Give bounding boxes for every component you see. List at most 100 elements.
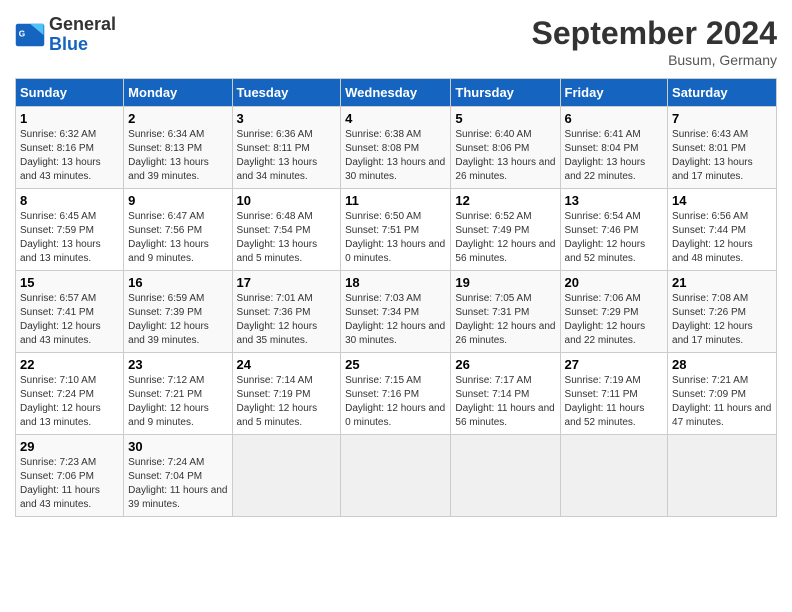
day-number: 26 [455, 357, 555, 372]
calendar-week-row: 1Sunrise: 6:32 AMSunset: 8:16 PMDaylight… [16, 107, 777, 189]
calendar-cell: 11 Sunrise: 6:50 AMSunset: 7:51 PMDayligh… [341, 189, 451, 271]
day-info: Sunrise: 6:56 AMSunset: 7:44 PMDaylight:… [672, 210, 772, 266]
weekday-header: Monday [124, 79, 232, 107]
day-info: Sunrise: 7:24 AMSunset: 7:04 PMDaylight:… [128, 456, 227, 512]
calendar-cell: 21 Sunrise: 7:08 AMSunset: 7:26 PMDayligh… [668, 271, 777, 353]
day-number: 3 [237, 111, 337, 126]
calendar-cell: 2 Sunrise: 6:34 AMSunset: 8:13 PMDaylight… [124, 107, 232, 189]
calendar-week-row: 22 Sunrise: 7:10 AMSunset: 7:24 PMDayligh… [16, 353, 777, 435]
calendar-cell: 24Sunrise: 7:14 AMSunset: 7:19 PMDayligh… [232, 353, 341, 435]
calendar-cell: 25Sunrise: 7:15 AMSunset: 7:16 PMDayligh… [341, 353, 451, 435]
calendar-cell [451, 435, 560, 517]
title-section: September 2024 Busum, Germany [532, 15, 777, 68]
day-number: 12 [455, 193, 555, 208]
day-info: Sunrise: 7:08 AMSunset: 7:26 PMDaylight:… [672, 292, 772, 348]
calendar-cell: 12 Sunrise: 6:52 AMSunset: 7:49 PMDayligh… [451, 189, 560, 271]
calendar-cell: 17 Sunrise: 7:01 AMSunset: 7:36 PMDayligh… [232, 271, 341, 353]
calendar-cell: 28 Sunrise: 7:21 AMSunset: 7:09 PMDayligh… [668, 353, 777, 435]
day-number: 23 [128, 357, 227, 372]
calendar-cell: 26 Sunrise: 7:17 AMSunset: 7:14 PMDayligh… [451, 353, 560, 435]
day-info: Sunrise: 7:17 AMSunset: 7:14 PMDaylight:… [455, 374, 555, 430]
day-number: 2 [128, 111, 227, 126]
calendar-cell: 27Sunrise: 7:19 AMSunset: 7:11 PMDayligh… [560, 353, 668, 435]
calendar-cell: 18 Sunrise: 7:03 AMSunset: 7:34 PMDayligh… [341, 271, 451, 353]
calendar-cell: 16 Sunrise: 6:59 AMSunset: 7:39 PMDayligh… [124, 271, 232, 353]
day-info: Sunrise: 7:05 AMSunset: 7:31 PMDaylight:… [455, 292, 555, 348]
day-number: 8 [20, 193, 119, 208]
day-info: Sunrise: 6:50 AMSunset: 7:51 PMDaylight:… [345, 210, 446, 266]
day-number: 24 [237, 357, 337, 372]
day-info: Sunrise: 6:57 AMSunset: 7:41 PMDaylight:… [20, 292, 119, 348]
calendar-cell: 8 Sunrise: 6:45 AMSunset: 7:59 PMDaylight… [16, 189, 124, 271]
logo-text: General Blue [49, 15, 116, 55]
day-number: 13 [565, 193, 664, 208]
calendar-cell: 1Sunrise: 6:32 AMSunset: 8:16 PMDaylight… [16, 107, 124, 189]
day-number: 14 [672, 193, 772, 208]
weekday-header: Tuesday [232, 79, 341, 107]
day-info: Sunrise: 6:34 AMSunset: 8:13 PMDaylight:… [128, 128, 227, 184]
calendar-cell: 3 Sunrise: 6:36 AMSunset: 8:11 PMDaylight… [232, 107, 341, 189]
logo-blue: Blue [49, 35, 116, 55]
calendar-cell: 10 Sunrise: 6:48 AMSunset: 7:54 PMDayligh… [232, 189, 341, 271]
day-info: Sunrise: 6:38 AMSunset: 8:08 PMDaylight:… [345, 128, 446, 184]
calendar-cell: 19 Sunrise: 7:05 AMSunset: 7:31 PMDayligh… [451, 271, 560, 353]
calendar-cell: 30 Sunrise: 7:24 AMSunset: 7:04 PMDayligh… [124, 435, 232, 517]
day-info: Sunrise: 6:54 AMSunset: 7:46 PMDaylight:… [565, 210, 664, 266]
month-title: September 2024 [532, 15, 777, 52]
day-info: Sunrise: 6:52 AMSunset: 7:49 PMDaylight:… [455, 210, 555, 266]
page-header: G General Blue September 2024 Busum, Ger… [15, 15, 777, 68]
day-info: Sunrise: 7:23 AMSunset: 7:06 PMDaylight:… [20, 456, 119, 512]
day-info: Sunrise: 7:01 AMSunset: 7:36 PMDaylight:… [237, 292, 337, 348]
day-number: 15 [20, 275, 119, 290]
day-number: 5 [455, 111, 555, 126]
day-info: Sunrise: 6:43 AMSunset: 8:01 PMDaylight:… [672, 128, 772, 184]
calendar-cell: 5 Sunrise: 6:40 AMSunset: 8:06 PMDaylight… [451, 107, 560, 189]
logo: G General Blue [15, 15, 116, 55]
weekday-header: Sunday [16, 79, 124, 107]
calendar-cell: 22 Sunrise: 7:10 AMSunset: 7:24 PMDayligh… [16, 353, 124, 435]
day-number: 11 [345, 193, 446, 208]
logo-general: General [49, 15, 116, 35]
day-info: Sunrise: 6:59 AMSunset: 7:39 PMDaylight:… [128, 292, 227, 348]
calendar-cell: 13 Sunrise: 6:54 AMSunset: 7:46 PMDayligh… [560, 189, 668, 271]
calendar-cell [341, 435, 451, 517]
calendar-header-row: SundayMondayTuesdayWednesdayThursdayFrid… [16, 79, 777, 107]
day-info: Sunrise: 6:45 AMSunset: 7:59 PMDaylight:… [20, 210, 119, 266]
day-number: 19 [455, 275, 555, 290]
day-number: 10 [237, 193, 337, 208]
day-number: 27 [565, 357, 664, 372]
day-info: Sunrise: 7:15 AMSunset: 7:16 PMDaylight:… [345, 374, 446, 430]
calendar-cell [668, 435, 777, 517]
day-info: Sunrise: 6:41 AMSunset: 8:04 PMDaylight:… [565, 128, 664, 184]
day-number: 21 [672, 275, 772, 290]
day-number: 30 [128, 439, 227, 454]
day-info: Sunrise: 6:36 AMSunset: 8:11 PMDaylight:… [237, 128, 337, 184]
location: Busum, Germany [532, 52, 777, 68]
weekday-header: Saturday [668, 79, 777, 107]
calendar-cell: 7Sunrise: 6:43 AMSunset: 8:01 PMDaylight… [668, 107, 777, 189]
logo-icon: G [15, 20, 45, 50]
day-info: Sunrise: 7:10 AMSunset: 7:24 PMDaylight:… [20, 374, 119, 430]
day-info: Sunrise: 7:06 AMSunset: 7:29 PMDaylight:… [565, 292, 664, 348]
day-number: 4 [345, 111, 446, 126]
calendar-cell: 29Sunrise: 7:23 AMSunset: 7:06 PMDayligh… [16, 435, 124, 517]
day-number: 16 [128, 275, 227, 290]
calendar-cell: 15 Sunrise: 6:57 AMSunset: 7:41 PMDayligh… [16, 271, 124, 353]
calendar-cell: 20Sunrise: 7:06 AMSunset: 7:29 PMDayligh… [560, 271, 668, 353]
calendar-cell: 6 Sunrise: 6:41 AMSunset: 8:04 PMDaylight… [560, 107, 668, 189]
day-info: Sunrise: 7:03 AMSunset: 7:34 PMDaylight:… [345, 292, 446, 348]
day-number: 17 [237, 275, 337, 290]
day-number: 18 [345, 275, 446, 290]
day-number: 28 [672, 357, 772, 372]
calendar-cell [232, 435, 341, 517]
day-number: 22 [20, 357, 119, 372]
day-info: Sunrise: 6:48 AMSunset: 7:54 PMDaylight:… [237, 210, 337, 266]
day-number: 6 [565, 111, 664, 126]
day-info: Sunrise: 7:21 AMSunset: 7:09 PMDaylight:… [672, 374, 772, 430]
day-number: 9 [128, 193, 227, 208]
day-info: Sunrise: 6:32 AMSunset: 8:16 PMDaylight:… [20, 128, 119, 184]
calendar-table: SundayMondayTuesdayWednesdayThursdayFrid… [15, 78, 777, 517]
weekday-header: Friday [560, 79, 668, 107]
day-info: Sunrise: 6:47 AMSunset: 7:56 PMDaylight:… [128, 210, 227, 266]
day-info: Sunrise: 6:40 AMSunset: 8:06 PMDaylight:… [455, 128, 555, 184]
